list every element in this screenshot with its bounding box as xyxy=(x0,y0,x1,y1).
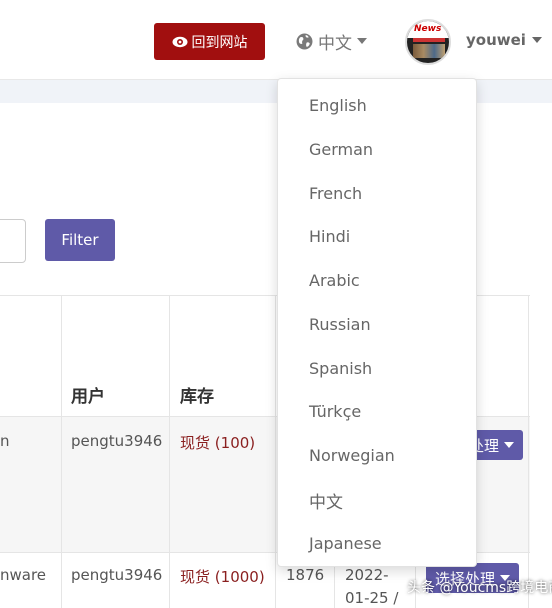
language-option-hindi[interactable]: Hindi xyxy=(309,227,350,246)
stock-quantity: (100) xyxy=(214,434,256,452)
user-menu-toggle[interactable]: youwei xyxy=(466,31,542,49)
language-option-french[interactable]: French xyxy=(309,184,362,203)
top-header: 回到网站 中文 News youwei xyxy=(0,0,552,80)
column-divider xyxy=(528,295,529,608)
stock-cell: 现货 (1000) xyxy=(180,566,265,587)
globe-icon xyxy=(296,33,313,49)
language-option-chinese[interactable]: 中文 xyxy=(309,488,343,513)
product-name-cell: n xyxy=(0,432,10,450)
date-line-1: 2022- xyxy=(345,566,389,584)
language-option-turkish[interactable]: Türkçe xyxy=(309,402,361,421)
back-to-site-button[interactable]: 回到网站 xyxy=(154,23,265,60)
language-option-spanish[interactable]: Spanish xyxy=(309,359,372,378)
username: youwei xyxy=(466,31,526,49)
language-option-japanese[interactable]: Japanese xyxy=(309,534,382,553)
avatar[interactable]: News xyxy=(405,19,451,65)
eye-icon xyxy=(172,36,187,47)
avatar-logo-text: News xyxy=(414,24,442,34)
stock-quantity: (1000) xyxy=(214,568,265,586)
number-cell: 1876 xyxy=(286,566,325,584)
language-option-arabic[interactable]: Arabic xyxy=(309,271,360,290)
user-cell: pengtu3946 xyxy=(71,432,163,450)
column-header-stock: 库存 xyxy=(180,387,214,407)
date-line-2: 01-25 / xyxy=(345,589,399,607)
watermark-text: 头条 @Youcms跨境电商 xyxy=(407,580,552,596)
stock-cell: 现货 (100) xyxy=(180,432,255,453)
language-toggle[interactable]: 中文 xyxy=(296,28,367,54)
column-divider xyxy=(61,295,62,608)
stock-label: 现货 xyxy=(180,434,211,452)
language-option-russian[interactable]: Russian xyxy=(309,315,371,334)
column-divider xyxy=(275,295,276,608)
product-name-cell: nware xyxy=(0,566,47,584)
column-divider xyxy=(169,295,170,608)
language-option-norwegian[interactable]: Norwegian xyxy=(309,446,395,465)
current-language: 中文 xyxy=(318,33,352,54)
language-dropdown-menu: English German French Hindi Arabic Russi… xyxy=(277,78,477,567)
chevron-down-icon xyxy=(531,37,542,43)
user-cell: pengtu3946 xyxy=(71,566,163,584)
language-option-english[interactable]: English xyxy=(309,96,367,115)
stock-label: 现货 xyxy=(180,568,211,586)
column-header-user: 用户 xyxy=(71,387,105,407)
filter-button[interactable]: Filter xyxy=(45,219,115,261)
language-option-german[interactable]: German xyxy=(309,140,373,159)
chevron-down-icon xyxy=(357,38,367,44)
filter-input[interactable] xyxy=(0,219,26,263)
chevron-down-icon xyxy=(504,442,515,448)
back-to-site-label: 回到网站 xyxy=(191,34,248,51)
